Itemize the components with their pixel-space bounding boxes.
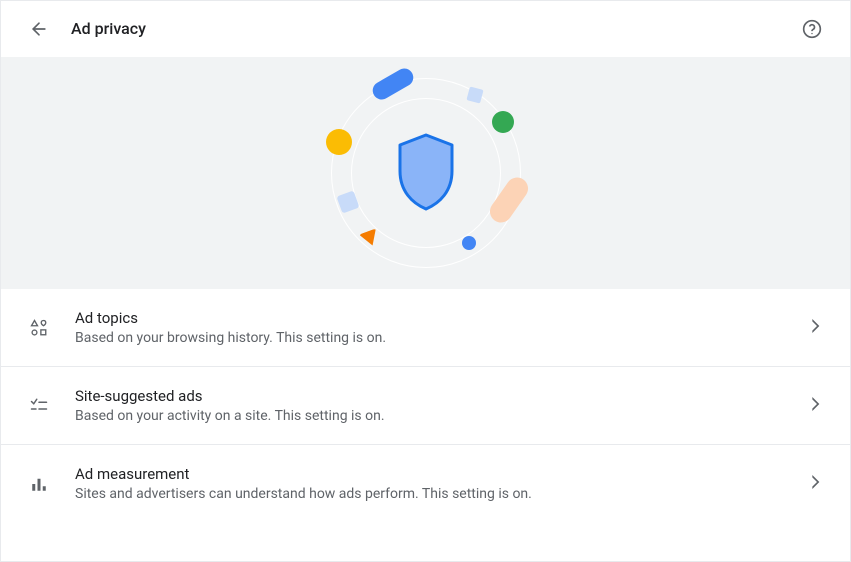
back-button[interactable]	[21, 11, 57, 47]
hero-illustration	[1, 57, 850, 289]
row-site-suggested-ads[interactable]: Site-suggested ads Based on your activit…	[1, 367, 850, 445]
page-title: Ad privacy	[71, 19, 146, 38]
row-ad-measurement[interactable]: Ad measurement Sites and advertisers can…	[1, 445, 850, 522]
chevron-right-icon	[812, 474, 822, 493]
row-title: Site-suggested ads	[75, 387, 812, 405]
row-desc: Based on your browsing history. This set…	[75, 330, 812, 346]
decor-dot-green	[492, 111, 514, 133]
shield-icon	[396, 133, 456, 211]
decor-dot-blue	[462, 236, 476, 250]
bar-chart-icon	[29, 475, 49, 493]
help-button[interactable]	[794, 11, 830, 47]
shapes-icon	[29, 319, 49, 337]
decor-dot-yellow	[326, 129, 352, 155]
arrow-back-icon	[29, 19, 49, 39]
page-header: Ad privacy	[1, 1, 850, 57]
row-title: Ad topics	[75, 309, 812, 327]
settings-list: Ad topics Based on your browsing history…	[1, 289, 850, 522]
checklist-icon	[29, 397, 49, 415]
row-desc: Sites and advertisers can understand how…	[75, 486, 812, 502]
row-ad-topics[interactable]: Ad topics Based on your browsing history…	[1, 289, 850, 367]
chevron-right-icon	[812, 396, 822, 415]
row-desc: Based on your activity on a site. This s…	[75, 408, 812, 424]
row-title: Ad measurement	[75, 465, 812, 483]
help-icon	[802, 19, 822, 39]
chevron-right-icon	[812, 318, 822, 337]
